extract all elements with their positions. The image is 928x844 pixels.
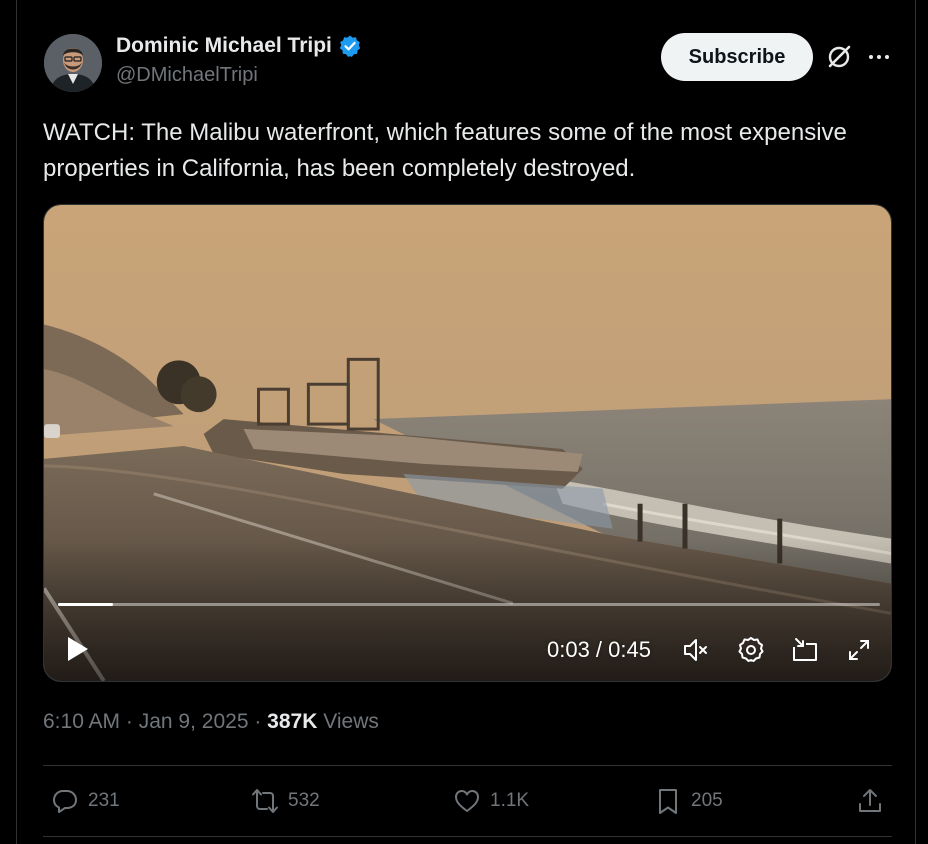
bookmark-icon [659, 789, 677, 814]
video-time: 0:03 / 0:45 [547, 637, 651, 662]
tweet-date[interactable]: Jan 9, 2025 [139, 710, 249, 733]
column-border-right [915, 0, 916, 844]
views-label: Views [323, 710, 379, 733]
meta-separator: · [254, 710, 268, 733]
author-display-name[interactable]: Dominic Michael Tripi [116, 34, 332, 58]
meta-separator: · [125, 710, 139, 733]
video-player[interactable]: 0:03 / 0:45 [43, 204, 892, 682]
reply-icon [53, 790, 77, 813]
bookmark-count: 205 [691, 790, 723, 811]
video-progress-bar[interactable] [58, 603, 880, 606]
repost-count: 532 [288, 790, 320, 811]
tweet-text: WATCH: The Malibu waterfront, which feat… [43, 119, 847, 182]
bookmark-button[interactable]: 205 [653, 785, 723, 817]
settings-icon[interactable] [736, 635, 766, 665]
views-count: 387K [267, 710, 318, 733]
grok-icon[interactable] [824, 42, 854, 72]
reply-button[interactable]: 231 [50, 785, 120, 817]
mute-icon[interactable] [681, 635, 711, 665]
fullscreen-icon[interactable] [844, 635, 874, 665]
play-icon[interactable] [62, 633, 92, 665]
tweet-meta: 6:10 AM · Jan 9, 2025 · 387K Views [43, 710, 379, 734]
verified-badge-icon[interactable] [338, 34, 362, 58]
like-button[interactable]: 1.1K [452, 785, 529, 817]
pip-icon[interactable] [790, 635, 820, 665]
column-border-left [16, 0, 17, 844]
subscribe-button[interactable]: Subscribe [661, 33, 813, 81]
author-avatar[interactable] [44, 34, 102, 92]
divider-bottom [43, 836, 892, 837]
repost-icon [252, 789, 278, 813]
avatar-image [44, 34, 102, 92]
video-progress-fill [58, 603, 114, 606]
repost-button[interactable]: 532 [250, 785, 320, 817]
video-frame [44, 205, 891, 681]
share-button[interactable] [855, 785, 885, 817]
like-count: 1.1K [490, 790, 530, 811]
reply-count: 231 [88, 790, 120, 811]
more-icon[interactable] [864, 42, 894, 72]
tweet-time[interactable]: 6:10 AM [43, 710, 120, 733]
author-name[interactable]: Dominic Michael Tripi [116, 34, 362, 58]
like-icon [455, 790, 479, 812]
divider-top [43, 765, 892, 766]
author-handle[interactable]: @DMichaelTripi [116, 64, 258, 87]
share-icon [859, 789, 881, 812]
